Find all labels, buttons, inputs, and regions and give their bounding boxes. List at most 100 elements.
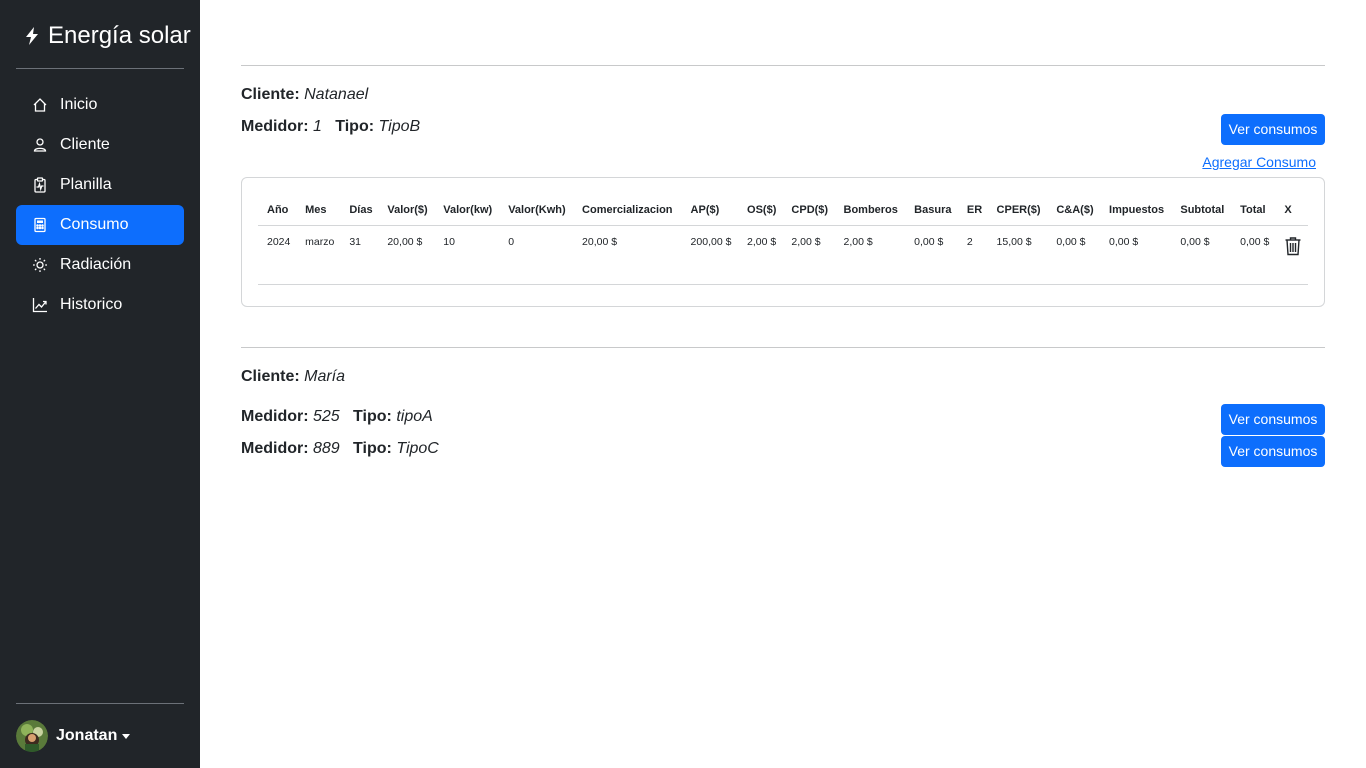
table-header-row: Año Mes Días Valor($) Valor(kw) Valor(Kwh) Com… (258, 194, 1308, 226)
table-row: 2024 marzo 31 20,00 $10 0 20,00 $200,00 $2,00… (258, 225, 1308, 285)
table-cell: 0 (499, 225, 574, 285)
medidor-label: Medidor: (241, 440, 309, 457)
table-cell: 0,00 $ (1100, 225, 1172, 285)
sidebar-divider (16, 68, 184, 69)
column-header: Impuestos (1100, 194, 1172, 226)
table-cell: 15,00 $ (987, 225, 1048, 285)
delete-cell (1275, 225, 1308, 285)
user-name: Jonatan (56, 727, 118, 744)
table-cell: 0,00 $ (905, 225, 958, 285)
column-header: CPER($) (987, 194, 1048, 226)
sidebar-item-radiacion[interactable]: Radiación (16, 245, 184, 285)
sidebar-item-planilla[interactable]: Planilla (16, 165, 184, 205)
graph-up-icon (32, 298, 47, 313)
column-header: Año (258, 194, 297, 226)
table-cell: 0,00 $ (1047, 225, 1101, 285)
column-header: Basura (905, 194, 958, 226)
agregar-consumo-link[interactable]: Agregar Consumo (1202, 154, 1316, 170)
medidor-value: 525 (313, 408, 340, 425)
sidebar-item-label: Inicio (60, 96, 98, 113)
column-header: Valor(kw) (434, 194, 500, 226)
table-cell: 20,00 $ (378, 225, 435, 285)
sidebar-nav: Inicio Cliente Planilla Consumo Radiació… (16, 85, 184, 325)
meter-line: Medidor: 525 Tipo: tipoA (241, 408, 433, 426)
caret-down-icon (122, 734, 131, 739)
person-icon (33, 138, 47, 152)
section-divider (241, 65, 1325, 66)
user-dropdown[interactable]: Jonatan (16, 720, 131, 752)
column-header: C&A($) (1047, 194, 1101, 226)
sidebar-item-label: Historico (60, 296, 123, 313)
calculator-icon (34, 217, 46, 233)
tipo-value: TipoC (396, 440, 439, 457)
table-cell: 20,00 $ (573, 225, 682, 285)
sidebar: Energía solar Inicio Cliente Planilla Co… (0, 0, 200, 768)
tipo-value: TipoB (378, 118, 421, 135)
meter-line: Medidor: 889 Tipo: TipoC (241, 440, 439, 458)
ver-consumos-button[interactable]: Ver consumos (1221, 114, 1325, 145)
tipo-label: Tipo: (353, 408, 392, 425)
table-cell: 2 (957, 225, 988, 285)
sidebar-item-label: Radiación (60, 256, 132, 273)
tipo-label: Tipo: (353, 440, 392, 457)
client-line: Cliente: María (241, 368, 345, 386)
column-header: ER (957, 194, 988, 226)
table-cell: 0,00 $ (1171, 225, 1232, 285)
column-header: Comercializacion (573, 194, 682, 226)
table-cell: 0,00 $ (1231, 225, 1276, 285)
column-header: Mes (296, 194, 341, 226)
client-name: Natanael (304, 86, 369, 103)
client-label: Cliente: (241, 368, 300, 385)
meter-line: Medidor: 1 Tipo: TipoB (241, 118, 420, 136)
medidor-value: 889 (313, 440, 340, 457)
sun-icon (33, 258, 47, 272)
clipboard-pulse-icon (34, 177, 46, 193)
avatar (16, 720, 48, 752)
sidebar-item-label: Cliente (60, 136, 110, 153)
sidebar-item-label: Consumo (60, 216, 129, 233)
sidebar-item-inicio[interactable]: Inicio (16, 85, 184, 125)
tipo-value: tipoA (396, 408, 433, 425)
brand-title: Energía solar (48, 22, 191, 49)
client-name: María (304, 368, 346, 385)
column-header: Valor(Kwh) (499, 194, 574, 226)
column-header: AP($) (681, 194, 739, 226)
tipo-label: Tipo: (335, 118, 375, 135)
trash-icon[interactable] (1284, 236, 1302, 256)
medidor-label: Medidor: (241, 118, 309, 135)
table-cell: 2,00 $ (738, 225, 783, 285)
consumption-table: Año Mes Días Valor($) Valor(kw) Valor(Kwh) Com… (258, 194, 1308, 285)
consumption-table-card: Año Mes Días Valor($) Valor(kw) Valor(Kwh) Com… (241, 177, 1325, 307)
table-cell: 31 (340, 225, 379, 285)
column-header: X (1275, 194, 1308, 226)
column-header: OS($) (738, 194, 783, 226)
table-cell: marzo (296, 225, 341, 285)
table-cell: 10 (434, 225, 500, 285)
table-cell: 200,00 $ (681, 225, 739, 285)
sidebar-item-historico[interactable]: Historico (16, 285, 184, 325)
ver-consumos-button[interactable]: Ver consumos (1221, 404, 1325, 435)
brand[interactable]: Energía solar (24, 20, 191, 52)
section-divider (241, 347, 1325, 348)
lightning-icon (26, 27, 38, 45)
column-header: Días (340, 194, 379, 226)
column-header: Valor($) (378, 194, 435, 226)
column-header: Subtotal (1171, 194, 1232, 226)
table-cell: 2024 (258, 225, 297, 285)
medidor-label: Medidor: (241, 408, 309, 425)
medidor-value: 1 (313, 118, 322, 135)
house-icon (33, 98, 47, 112)
client-line: Cliente: Natanael (241, 86, 368, 104)
column-header: CPD($) (782, 194, 835, 226)
sidebar-item-consumo[interactable]: Consumo (16, 205, 184, 245)
column-header: Total (1231, 194, 1276, 226)
sidebar-divider (16, 703, 184, 704)
table-cell: 2,00 $ (782, 225, 835, 285)
table-cell: 2,00 $ (834, 225, 906, 285)
column-header: Bomberos (834, 194, 906, 226)
ver-consumos-button[interactable]: Ver consumos (1221, 436, 1325, 467)
sidebar-item-label: Planilla (60, 176, 112, 193)
table-body: 2024 marzo 31 20,00 $10 0 20,00 $200,00 $2,00… (258, 225, 1308, 285)
client-label: Cliente: (241, 86, 300, 103)
sidebar-item-cliente[interactable]: Cliente (16, 125, 184, 165)
